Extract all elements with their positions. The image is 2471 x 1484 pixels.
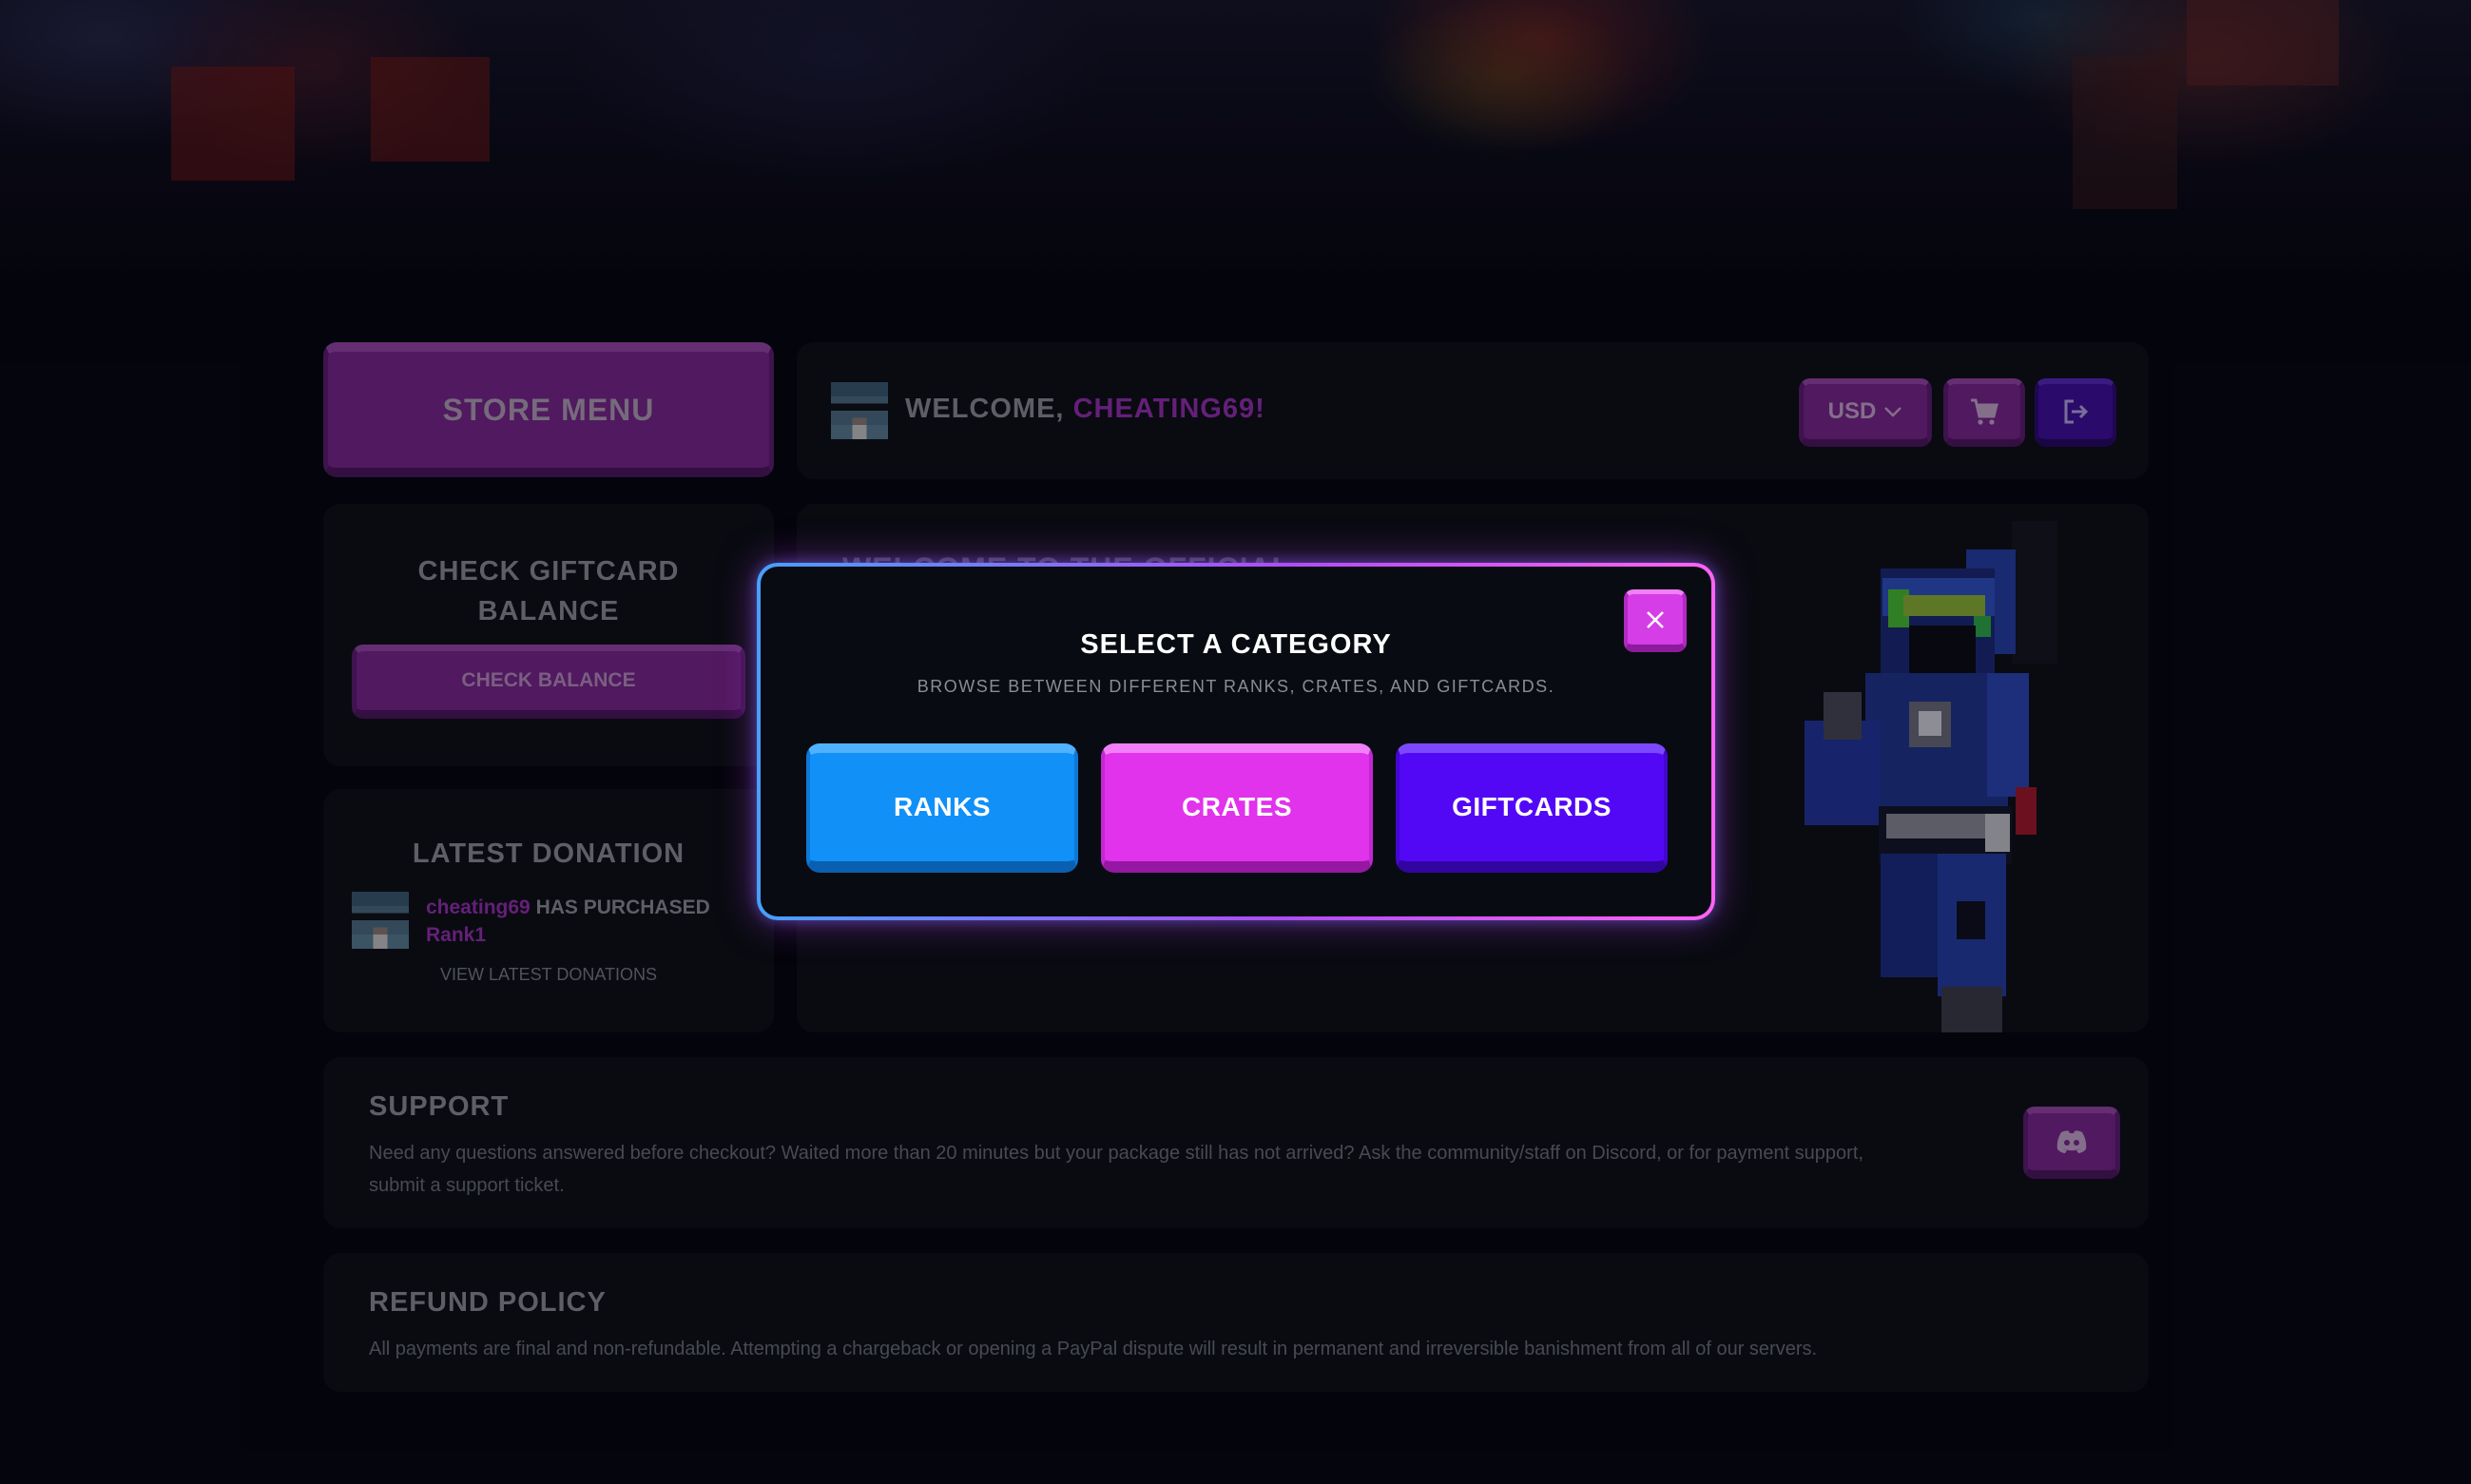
modal-subtitle: BROWSE BETWEEN DIFFERENT RANKS, CRATES, … — [917, 677, 1555, 696]
giftcards-category-button[interactable]: GIFTCARDS — [1396, 743, 1668, 873]
close-icon — [1645, 609, 1666, 630]
modal-title: SELECT A CATEGORY — [1080, 629, 1392, 660]
giftcards-label: GIFTCARDS — [1452, 792, 1612, 821]
category-modal-body: SELECT A CATEGORY BROWSE BETWEEN DIFFERE… — [761, 567, 1711, 916]
crates-category-button[interactable]: CRATES — [1101, 743, 1373, 873]
ranks-category-button[interactable]: RANKS — [806, 743, 1078, 873]
ranks-label: RANKS — [893, 792, 992, 821]
crates-label: CRATES — [1181, 792, 1293, 821]
category-modal: SELECT A CATEGORY BROWSE BETWEEN DIFFERE… — [757, 563, 1715, 920]
